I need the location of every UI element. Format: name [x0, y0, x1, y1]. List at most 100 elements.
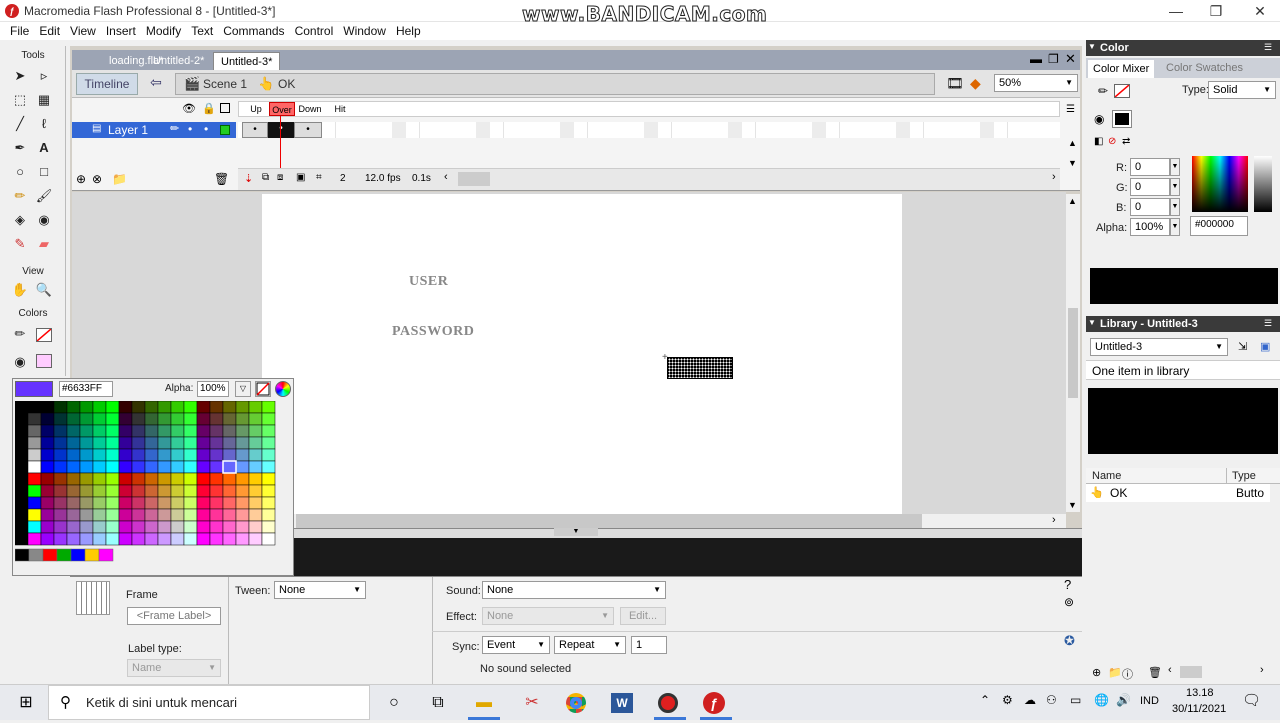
- onion-markers-icon[interactable]: ⌗: [316, 172, 322, 183]
- outline-icon[interactable]: [220, 103, 230, 113]
- windows-start-icon[interactable]: ⊞: [12, 689, 40, 717]
- swatch-cell[interactable]: [118, 484, 133, 498]
- swatch-cell[interactable]: [157, 496, 172, 510]
- swatch-cell[interactable]: [15, 401, 29, 414]
- timeline-scroll-up-icon[interactable]: ▲: [1068, 138, 1077, 148]
- swatch-cell[interactable]: [157, 508, 172, 522]
- menu-help[interactable]: Help: [391, 22, 426, 40]
- delete-icon[interactable]: 🗑: [1148, 666, 1162, 679]
- menu-window[interactable]: Window: [338, 22, 391, 40]
- swatch-cell[interactable]: [248, 472, 263, 486]
- accessibility-icon[interactable]: ✪: [1064, 633, 1075, 649]
- swatch-cell[interactable]: [92, 401, 107, 414]
- tray-app-icon[interactable]: ⚙: [1002, 693, 1013, 707]
- swatch-cell[interactable]: [261, 412, 276, 426]
- swatch-cell[interactable]: [196, 460, 211, 474]
- swatch-cell[interactable]: [92, 460, 107, 474]
- swatch-cell[interactable]: [40, 401, 55, 414]
- properties-icon[interactable]: ⓘ: [1122, 666, 1133, 682]
- breadcrumb-scene[interactable]: Scene 1: [203, 77, 247, 91]
- gradient-swatch[interactable]: [15, 548, 30, 562]
- swatch-cell[interactable]: [248, 520, 263, 534]
- text-tool-icon[interactable]: A: [34, 138, 54, 158]
- swatch-cell[interactable]: [144, 532, 159, 546]
- frame-label-hit[interactable]: Hit: [329, 102, 351, 116]
- swatch-grid[interactable]: [15, 401, 293, 573]
- ink-bottle-tool-icon[interactable]: ◈: [10, 210, 30, 230]
- swatch-cell[interactable]: [27, 448, 42, 462]
- swatch-cell[interactable]: [79, 424, 94, 438]
- swatch-cell[interactable]: [209, 424, 224, 438]
- swatch-cell[interactable]: [222, 520, 237, 534]
- swatch-cell[interactable]: [79, 472, 94, 486]
- doc-tab-untitled-3[interactable]: Untitled-3*: [213, 52, 281, 70]
- swatch-cell[interactable]: [183, 412, 198, 426]
- swatch-cell[interactable]: [15, 508, 29, 522]
- swatch-cell[interactable]: [66, 448, 81, 462]
- library-doc-select[interactable]: Untitled-3 ▼: [1090, 338, 1228, 356]
- swatch-cell[interactable]: [79, 520, 94, 534]
- no-color-icon[interactable]: ⊘: [1108, 136, 1116, 147]
- swatch-cell[interactable]: [131, 436, 146, 450]
- swatch-cell[interactable]: [261, 520, 276, 534]
- doc-minimize-icon[interactable]: ▬: [1030, 52, 1042, 66]
- swatch-cell[interactable]: [27, 532, 42, 546]
- edit-multiple-icon[interactable]: ▣: [296, 172, 305, 183]
- swatch-cell[interactable]: [144, 472, 159, 486]
- edit-symbols-icon[interactable]: ◆: [970, 75, 981, 92]
- swatch-cell[interactable]: [144, 436, 159, 450]
- fill-color-swatch[interactable]: [36, 354, 52, 368]
- b-input[interactable]: 0: [1130, 198, 1170, 216]
- swatch-cell[interactable]: [222, 401, 237, 414]
- swatch-cell[interactable]: [144, 424, 159, 438]
- tray-chevron-icon[interactable]: ⌃: [980, 693, 990, 707]
- paint-bucket-tool-icon[interactable]: ◉: [34, 210, 54, 230]
- eraser-tool-icon[interactable]: ▰: [34, 234, 54, 254]
- swatch-cell[interactable]: [40, 508, 55, 522]
- swatch-cell[interactable]: [40, 520, 55, 534]
- swatch-cell[interactable]: [131, 532, 146, 546]
- pin-library-icon[interactable]: ⇲: [1238, 340, 1247, 353]
- swatch-cell[interactable]: [170, 448, 185, 462]
- r-input[interactable]: 0: [1130, 158, 1170, 176]
- swatch-cell[interactable]: [144, 401, 159, 414]
- swatch-cell[interactable]: [105, 508, 120, 522]
- library-col-name[interactable]: Name: [1092, 470, 1121, 482]
- swatch-cell[interactable]: [66, 532, 81, 546]
- outline-color-box[interactable]: [220, 125, 230, 135]
- swatch-cell[interactable]: [105, 424, 120, 438]
- swatch-cell[interactable]: [40, 424, 55, 438]
- mixer-alpha-input[interactable]: 100%: [1130, 218, 1170, 236]
- swatch-cell[interactable]: [209, 460, 224, 474]
- file-explorer-icon[interactable]: ▬: [470, 689, 498, 717]
- swatch-cell[interactable]: [118, 532, 133, 546]
- stroke-swatch[interactable]: [1114, 84, 1130, 98]
- swatch-cell[interactable]: [248, 484, 263, 498]
- stage-scroll-right-icon[interactable]: ›: [1052, 514, 1056, 526]
- swatch-cell[interactable]: [92, 436, 107, 450]
- frame-label-down[interactable]: Down: [296, 102, 324, 116]
- chevron-down-icon[interactable]: ▽: [235, 381, 251, 397]
- swatch-cell[interactable]: [92, 412, 107, 426]
- swatch-cell[interactable]: [66, 520, 81, 534]
- swatch-cell[interactable]: [27, 508, 42, 522]
- pencil-tool-icon[interactable]: ✏: [10, 186, 30, 206]
- layer-name[interactable]: Layer 1: [108, 123, 148, 137]
- swatch-cell[interactable]: [248, 401, 263, 414]
- swatch-cell[interactable]: [196, 424, 211, 438]
- swatch-cell[interactable]: [92, 484, 107, 498]
- swatch-cell[interactable]: [27, 424, 42, 438]
- swatch-cell[interactable]: [27, 496, 42, 510]
- swatch-cell[interactable]: [261, 532, 276, 546]
- network-icon[interactable]: 🌐: [1094, 693, 1109, 707]
- brightness-slider[interactable]: [1254, 156, 1272, 212]
- repeat-select[interactable]: Repeat ▼: [554, 636, 626, 654]
- frame-label-over[interactable]: Over: [269, 102, 295, 116]
- chevron-down-icon[interactable]: ▼: [1170, 218, 1180, 236]
- swatch-cell[interactable]: [157, 520, 172, 534]
- flash-app-icon[interactable]: ƒ: [700, 689, 728, 717]
- back-arrow-icon[interactable]: ⇦: [144, 74, 168, 94]
- arrow-tool-icon[interactable]: ➤: [10, 66, 30, 86]
- swatch-cell[interactable]: [131, 448, 146, 462]
- zoom-tool-icon[interactable]: 🔍: [34, 280, 54, 300]
